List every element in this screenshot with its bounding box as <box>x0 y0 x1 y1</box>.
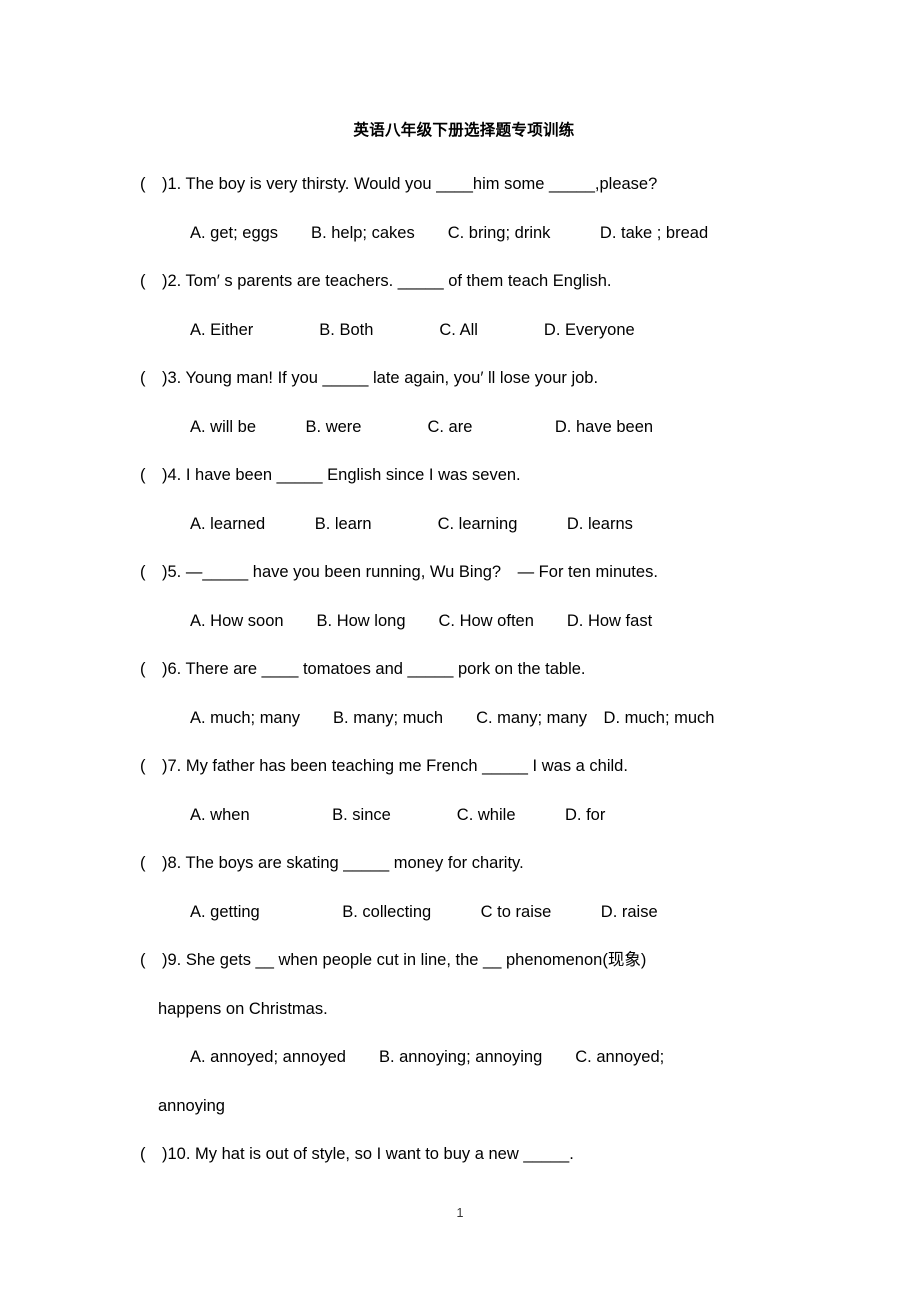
question-options-line[interactable]: A. getting B. collecting C to raise D. r… <box>140 888 800 937</box>
question-stem-line: ( )2. Tom′ s parents are teachers. _____… <box>140 257 800 306</box>
question-stem-text: —_____ have you been running, Wu Bing? —… <box>185 563 658 581</box>
question-stem-line: ( )9. She gets __ when people cut in lin… <box>140 936 800 985</box>
question-stem-line: ( )5. —_____ have you been running, Wu B… <box>140 548 800 597</box>
question-options-line[interactable]: A. How soon B. How long C. How often D. … <box>140 597 800 646</box>
page-number: 1 <box>456 1206 464 1220</box>
question-options-line[interactable]: A. will be B. were C. are D. have been <box>140 403 800 452</box>
question-stem-line: ( )10. My hat is out of style, so I want… <box>140 1130 800 1179</box>
question-stem-line: ( )6. There are ____ tomatoes and _____ … <box>140 645 800 694</box>
question-stem-line: ( )3. Young man! If you _____ late again… <box>140 354 800 403</box>
question-item: ( )3. Young man! If you _____ late again… <box>140 354 800 451</box>
document-page: 英语八年级下册选择题专项训练 ( )1. The boy is very thi… <box>0 0 920 1302</box>
question-item: ( )6. There are ____ tomatoes and _____ … <box>140 645 800 742</box>
answer-blank-parens[interactable]: ( )3. <box>140 369 181 387</box>
question-item: ( )8. The boys are skating _____ money f… <box>140 839 800 936</box>
question-item: ( )7. My father has been teaching me Fre… <box>140 742 800 839</box>
question-options-line[interactable]: A. much; many B. many; much C. many; man… <box>140 694 800 743</box>
question-stem-text: The boy is very thirsty. Would you ____h… <box>185 175 658 193</box>
question-stem-text: There are ____ tomatoes and _____ pork o… <box>185 660 586 678</box>
question-stem-text: I have been _____ English since I was se… <box>185 466 521 484</box>
question-item: ( )1. The boy is very thirsty. Would you… <box>140 160 800 257</box>
question-stem-line: ( )7. My father has been teaching me Fre… <box>140 742 800 791</box>
question-stem-line: ( )8. The boys are skating _____ money f… <box>140 839 800 888</box>
question-item: ( )4. I have been _____ English since I … <box>140 451 800 548</box>
page-title: 英语八年级下册选择题专项训练 <box>353 122 575 139</box>
question-options-line[interactable]: A. learned B. learn C. learning D. learn… <box>140 500 800 549</box>
question-stem-text: Tom′ s parents are teachers. _____ of th… <box>185 272 612 290</box>
answer-blank-parens[interactable]: ( )4. <box>140 466 181 484</box>
answer-blank-parens[interactable]: ( )5. <box>140 563 181 581</box>
answer-blank-parens[interactable]: ( )7. <box>140 757 181 775</box>
answer-blank-parens[interactable]: ( )1. <box>140 175 181 193</box>
question-stem-continuation: happens on Christmas. <box>158 999 328 1018</box>
question-stem-text: My hat is out of style, so I want to buy… <box>195 1145 574 1163</box>
answer-blank-parens[interactable]: ( )8. <box>140 854 181 872</box>
question-options-line[interactable]: A. annoyed; annoyed B. annoying; annoyin… <box>140 1033 800 1082</box>
question-options-continuation[interactable]: annoying <box>140 1082 800 1131</box>
question-item: ( )10. My hat is out of style, so I want… <box>140 1130 800 1179</box>
question-stem-text: The boys are skating _____ money for cha… <box>185 854 524 872</box>
question-list: ( )1. The boy is very thirsty. Would you… <box>140 160 800 1179</box>
question-item: ( )9. She gets __ when people cut in lin… <box>140 936 800 1130</box>
question-stem-text: My father has been teaching me French __… <box>185 757 628 775</box>
question-options-line[interactable]: A. get; eggs B. help; cakes C. bring; dr… <box>140 209 800 258</box>
question-options-line[interactable]: A. Either B. Both C. All D. Everyone <box>140 306 800 355</box>
question-stem-text: She gets __ when people cut in line, the… <box>185 951 647 969</box>
answer-blank-parens[interactable]: ( )2. <box>140 272 181 290</box>
answer-blank-parens[interactable]: ( )9. <box>140 951 181 969</box>
answer-blank-parens[interactable]: ( )6. <box>140 660 181 678</box>
question-stem-text: Young man! If you _____ late again, you′… <box>185 369 599 387</box>
question-options-line[interactable]: A. when B. since C. while D. for <box>140 791 800 840</box>
answer-blank-parens[interactable]: ( )10. <box>140 1145 190 1163</box>
question-item: ( )5. —_____ have you been running, Wu B… <box>140 548 800 645</box>
question-stem-line: ( )1. The boy is very thirsty. Would you… <box>140 160 800 209</box>
question-stem-line: ( )4. I have been _____ English since I … <box>140 451 800 500</box>
question-item: ( )2. Tom′ s parents are teachers. _____… <box>140 257 800 354</box>
